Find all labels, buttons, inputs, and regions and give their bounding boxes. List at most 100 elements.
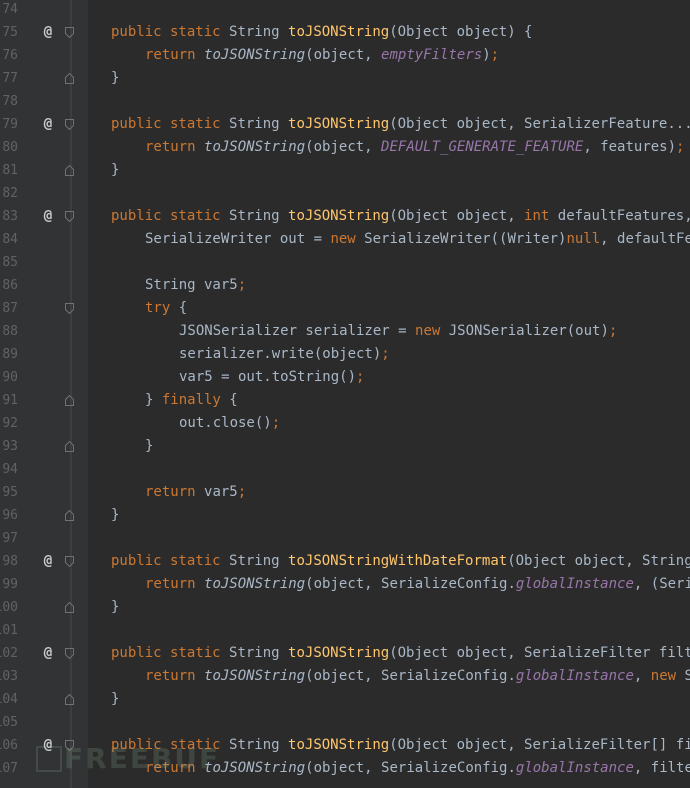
code-token: ; bbox=[676, 139, 685, 155]
code-line[interactable]: 75 @ public static String toJSONString(Obj… bbox=[0, 21, 690, 44]
override-annotation-icon[interactable]: @ bbox=[40, 21, 56, 44]
code-line[interactable]: 97 bbox=[0, 527, 690, 550]
override-annotation-icon[interactable]: @ bbox=[40, 642, 56, 665]
fold-start-icon[interactable] bbox=[65, 648, 74, 659]
code-token: toJSONStringWithDateFormat bbox=[288, 553, 508, 569]
code-text: return toJSONString(object, SerializeCon… bbox=[145, 757, 690, 780]
code-line[interactable]: 83 @ public static String toJSONString(Obj… bbox=[0, 205, 690, 228]
code-line[interactable]: 81} bbox=[0, 159, 690, 182]
code-line[interactable]: 88 JSONSerializer serializer = new JSONSe… bbox=[0, 320, 690, 343]
code-text: } bbox=[111, 159, 119, 182]
code-token: DEFAULT_GENERATE_FEATURE bbox=[381, 139, 584, 155]
line-number: 89 bbox=[2, 347, 18, 362]
fold-end-icon[interactable] bbox=[65, 510, 74, 521]
fold-end-icon[interactable] bbox=[65, 165, 74, 176]
fold-end-icon[interactable] bbox=[65, 602, 74, 613]
code-line[interactable]: 84 SerializeWriter out = new SerializeWri… bbox=[0, 228, 690, 251]
code-line[interactable]: 100} bbox=[0, 596, 690, 619]
code-line[interactable]: 87 try { bbox=[0, 297, 690, 320]
code-line[interactable]: 74 bbox=[0, 0, 690, 21]
code-token: SerializeWriter((Writer) bbox=[364, 231, 567, 247]
code-line[interactable]: 99 return toJSONString(object, SerializeC… bbox=[0, 573, 690, 596]
fold-end-icon[interactable] bbox=[65, 73, 74, 84]
code-line[interactable]: 93} bbox=[0, 435, 690, 458]
override-annotation-icon[interactable]: @ bbox=[40, 113, 56, 136]
code-token: ; bbox=[237, 277, 247, 293]
code-line[interactable]: 80 return toJSONString(object, DEFAULT_GE… bbox=[0, 136, 690, 159]
line-number: 103 bbox=[0, 669, 18, 684]
code-token: ; bbox=[271, 415, 281, 431]
fold-start-icon[interactable] bbox=[65, 119, 74, 130]
code-text: public static String toJSONStringWithDat… bbox=[111, 550, 690, 573]
fold-end-icon[interactable] bbox=[65, 395, 74, 406]
code-editor[interactable]: 74 75 @ public static String toJSONString(O… bbox=[0, 0, 690, 788]
code-text: return var5; bbox=[145, 481, 246, 504]
code-line[interactable]: 86 String var5; bbox=[0, 274, 690, 297]
code-text: public static String toJSONString(Object… bbox=[111, 113, 690, 136]
code-token: (Object object, String dateFormat) { bbox=[507, 553, 690, 569]
code-line[interactable]: 105 bbox=[0, 711, 690, 734]
code-line[interactable]: 94 bbox=[0, 458, 690, 481]
code-line[interactable]: 89 serializer.write(object); bbox=[0, 343, 690, 366]
code-token: return bbox=[145, 484, 205, 500]
line-number: 93 bbox=[2, 439, 18, 454]
code-line[interactable]: 92 out.close(); bbox=[0, 412, 690, 435]
code-text: } bbox=[111, 504, 119, 527]
code-text: return toJSONString(object, SerializeCon… bbox=[145, 573, 690, 596]
code-line[interactable]: 78 bbox=[0, 90, 690, 113]
code-token: public static bbox=[111, 645, 230, 661]
code-token: ; bbox=[381, 346, 390, 362]
code-line[interactable]: 102 @ public static String toJSONString(Ob… bbox=[0, 642, 690, 665]
override-annotation-icon[interactable]: @ bbox=[40, 550, 56, 573]
code-token: return bbox=[145, 139, 205, 155]
code-line[interactable]: 77} bbox=[0, 67, 690, 90]
override-annotation-icon[interactable]: @ bbox=[40, 205, 56, 228]
line-number: 81 bbox=[2, 163, 18, 178]
fold-start-icon[interactable] bbox=[65, 556, 74, 567]
code-token: } bbox=[111, 599, 120, 615]
code-line[interactable]: 79 @ public static String toJSONString(Obj… bbox=[0, 113, 690, 136]
code-token: return bbox=[145, 47, 205, 63]
fold-start-icon[interactable] bbox=[65, 27, 74, 38]
fold-end-icon[interactable] bbox=[65, 694, 74, 705]
fold-start-icon[interactable] bbox=[65, 303, 74, 314]
line-number: 83 bbox=[2, 209, 18, 224]
code-line[interactable]: 96} bbox=[0, 504, 690, 527]
line-number: 107 bbox=[0, 761, 18, 776]
fold-end-icon[interactable] bbox=[65, 441, 74, 452]
code-token: , (SerializeFilter[]) bbox=[633, 576, 690, 592]
code-token: serializer.write(object) bbox=[179, 346, 382, 362]
code-line[interactable]: 101 bbox=[0, 619, 690, 642]
code-line[interactable]: 104} bbox=[0, 688, 690, 711]
code-token: int bbox=[524, 208, 558, 224]
code-token: public static bbox=[111, 116, 230, 132]
code-line[interactable]: 91} finally { bbox=[0, 389, 690, 412]
code-token: public static bbox=[111, 24, 230, 40]
line-number: 102 bbox=[0, 646, 18, 661]
code-line[interactable]: 82 bbox=[0, 182, 690, 205]
code-token: , defaultFeatures, features); bbox=[600, 231, 690, 247]
code-line[interactable]: 85 bbox=[0, 251, 690, 274]
line-number: 104 bbox=[0, 692, 18, 707]
code-line[interactable]: 90 var5 = out.toString(); bbox=[0, 366, 690, 389]
code-token: toJSONString bbox=[204, 668, 306, 684]
line-number: 100 bbox=[0, 600, 18, 615]
code-line[interactable]: 76 return toJSONString(object, emptyFilte… bbox=[0, 44, 690, 67]
code-token: toJSONString bbox=[288, 208, 390, 224]
line-number: 106 bbox=[0, 738, 18, 753]
code-token: (object, bbox=[305, 139, 382, 155]
code-token: public static bbox=[111, 208, 230, 224]
code-token: JSONSerializer(out) bbox=[448, 323, 609, 339]
code-line[interactable]: 98 @ public static String toJSONStringWith… bbox=[0, 550, 690, 573]
fold-start-icon[interactable] bbox=[65, 211, 74, 222]
watermark-box-icon bbox=[36, 746, 62, 772]
code-token: (Object object, SerializeFilter filter) … bbox=[389, 645, 690, 661]
code-token: SerializeWriter out = bbox=[145, 231, 331, 247]
code-line[interactable]: 103 return toJSONString(object, Serialize… bbox=[0, 665, 690, 688]
code-token: toJSONString bbox=[288, 645, 390, 661]
code-token: out.close() bbox=[179, 415, 272, 431]
line-number: 88 bbox=[2, 324, 18, 339]
code-text: } bbox=[111, 67, 119, 90]
code-line[interactable]: 95 return var5; bbox=[0, 481, 690, 504]
code-token: ; bbox=[608, 323, 618, 339]
